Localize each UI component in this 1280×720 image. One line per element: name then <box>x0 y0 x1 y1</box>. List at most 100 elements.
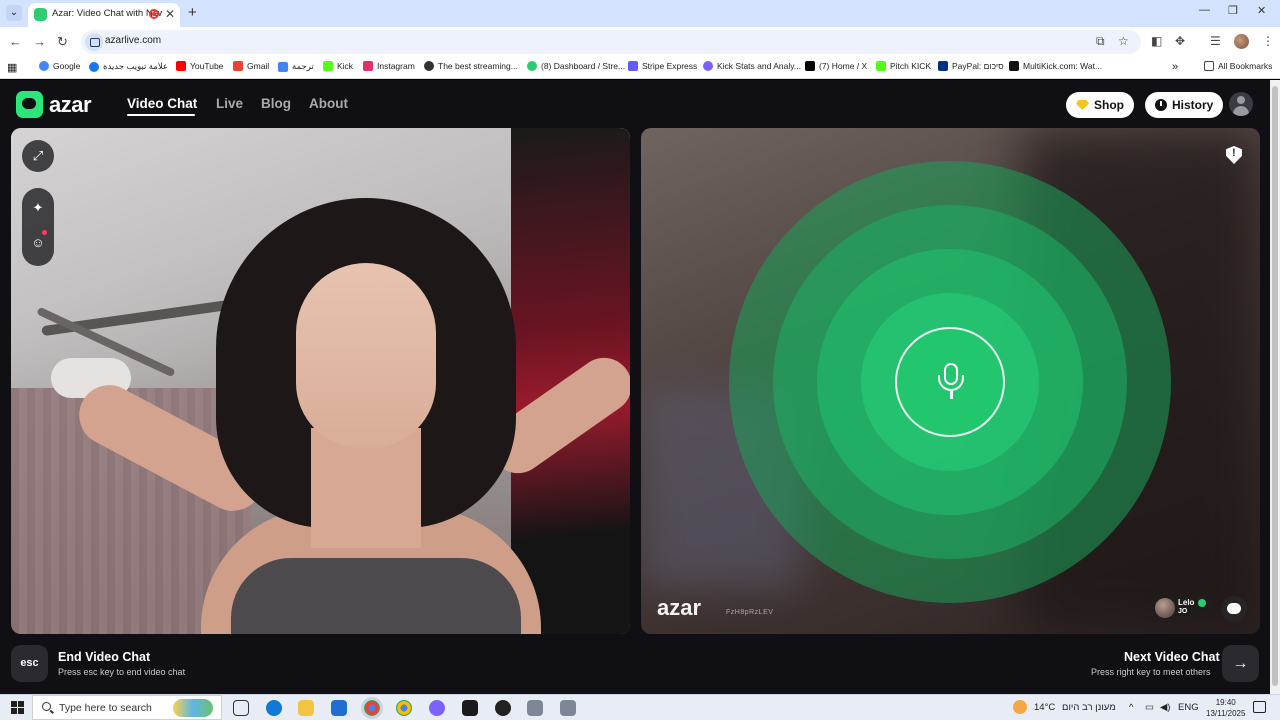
youtube-icon <box>176 61 186 71</box>
network-icon[interactable]: ▭ <box>1145 702 1154 713</box>
new-tab-button[interactable]: + <box>188 4 197 21</box>
recorder-app-icon[interactable] <box>495 700 511 716</box>
sparkle-effects-icon[interactable]: ✦ <box>30 200 46 216</box>
gmail-icon <box>233 61 243 71</box>
peer-country: JO <box>1178 608 1188 615</box>
site-info-icon[interactable] <box>85 33 103 51</box>
nav-blog[interactable]: Blog <box>261 96 291 111</box>
stripe-icon <box>628 61 638 71</box>
minimize-button[interactable]: — <box>1199 4 1210 16</box>
app-window-icon[interactable] <box>560 700 576 716</box>
bookmark-google[interactable]: Google <box>39 61 80 71</box>
url-text[interactable]: azarlive.com <box>105 35 161 46</box>
next-chat-arrow-button[interactable]: → <box>1222 645 1259 682</box>
bookmark-kick[interactable]: Kick <box>323 61 353 71</box>
address-bar[interactable]: azarlive.com ⧉ ☆ <box>81 30 1141 54</box>
chrome-menu-icon[interactable]: ⋮ <box>1262 34 1274 48</box>
expand-icon: ⤢ <box>32 148 44 163</box>
user-profile-icon[interactable] <box>1229 92 1253 116</box>
volume-icon[interactable]: ◀) <box>1160 702 1170 713</box>
weather-description[interactable]: מעונן רב היום <box>1062 702 1116 713</box>
bookmark-stripe[interactable]: Stripe Express <box>628 61 697 71</box>
all-bookmarks-folder[interactable]: All Bookmarks <box>1204 61 1272 71</box>
instagram-icon <box>363 61 373 71</box>
windows-start-icon[interactable] <box>11 701 24 714</box>
end-chat-title[interactable]: End Video Chat <box>58 650 150 664</box>
bookmark-youtube[interactable]: YouTube <box>176 61 223 71</box>
nav-live[interactable]: Live <box>216 96 243 111</box>
tab-search-menu-icon[interactable]: ⌄ <box>6 5 22 21</box>
effects-panel: ✦ ☺ <box>22 188 54 266</box>
session-id: FzH8pRzLEV <box>726 609 774 616</box>
bookmark-kick-stats[interactable]: Kick Stats and Analy... <box>703 61 801 71</box>
tray-overflow-icon[interactable]: ^ <box>1129 702 1133 713</box>
apps-grid-icon[interactable]: ▦ <box>7 61 17 74</box>
next-chat-hint: Press right key to meet others <box>1091 667 1211 677</box>
next-chat-title[interactable]: Next Video Chat <box>1124 650 1220 664</box>
person-face <box>296 263 436 448</box>
bookmark-paypal[interactable]: PayPal: סיכום <box>938 61 1004 71</box>
bookmark-gmail[interactable]: Gmail <box>233 61 269 71</box>
bookmark-new-tab[interactable]: علامة تبويب جديدة <box>89 61 168 72</box>
restore-button[interactable]: ❐ <box>1228 4 1238 17</box>
close-window-button[interactable]: ✕ <box>1257 4 1266 17</box>
kick-extension-icon[interactable]: ◧ <box>1151 34 1162 48</box>
task-view-icon[interactable] <box>233 700 249 716</box>
bookmarks-bar: ▦ Google علامة تبويب جديدة YouTube Gmail… <box>0 57 1280 79</box>
forward-arrow-icon[interactable]: → <box>33 34 46 49</box>
extensions-puzzle-icon[interactable]: ✥ <box>1175 34 1185 48</box>
browser-tab-azar[interactable]: Azar: Video Chat with New Friends ✕ <box>28 3 180 27</box>
install-app-icon[interactable]: ⧉ <box>1096 34 1105 49</box>
kick-icon <box>323 61 333 71</box>
paypal-icon <box>938 61 948 71</box>
bookmark-translate[interactable]: ترجمة <box>278 61 314 72</box>
peer-name: Lelo <box>1178 598 1195 607</box>
tab-title: Azar: Video Chat with New Friends <box>52 8 162 19</box>
chat-bubble-icon[interactable] <box>1221 596 1247 622</box>
google-icon <box>39 61 49 71</box>
shop-button[interactable]: Shop <box>1066 92 1134 118</box>
x-icon <box>805 61 815 71</box>
messenger-icon[interactable] <box>429 700 445 716</box>
system-clock[interactable]: 19:40 13/11/2025 <box>1206 697 1245 719</box>
back-arrow-icon[interactable]: ← <box>9 34 22 49</box>
windows-taskbar: Type here to search 14°C מעונן רב היום ^… <box>0 694 1280 720</box>
more-bookmarks-icon[interactable]: » <box>1172 61 1178 73</box>
fullscreen-button[interactable]: ⤢ <box>22 140 54 172</box>
tab-close-icon[interactable]: ✕ <box>165 7 175 21</box>
streaming-site-icon <box>424 61 434 71</box>
weather-temp[interactable]: 14°C <box>1034 702 1055 713</box>
taskbar-search-box[interactable]: Type here to search <box>32 695 222 720</box>
bookmark-multikick[interactable]: MultiKick.com: Wat... <box>1009 61 1102 71</box>
history-button[interactable]: History <box>1145 92 1224 118</box>
weather-icon[interactable] <box>1013 700 1027 714</box>
bookmark-dashboard[interactable]: (8) Dashboard / Stre... <box>527 61 625 71</box>
bookmark-star-icon[interactable]: ☆ <box>1118 34 1129 48</box>
profile-avatar-icon[interactable] <box>1234 34 1249 49</box>
chrome-profile-icon[interactable] <box>396 700 412 716</box>
bookmark-streaming[interactable]: The best streaming... <box>424 61 518 71</box>
face-filter-icon[interactable]: ☺ <box>30 235 46 251</box>
bookmark-instagram[interactable]: Instagram <box>363 61 415 71</box>
mail-icon[interactable] <box>331 700 347 716</box>
chrome-icon[interactable] <box>361 697 383 719</box>
bookmark-x[interactable]: (7) Home / X <box>805 61 867 71</box>
app-window-icon[interactable] <box>527 700 543 716</box>
bookmark-pitch-kick[interactable]: Pitch KICK <box>876 61 931 71</box>
reading-list-icon[interactable]: ☰ <box>1210 34 1221 48</box>
nav-about[interactable]: About <box>309 96 348 111</box>
edge-browser-icon[interactable] <box>266 700 282 716</box>
end-chat-key-button[interactable]: esc <box>11 645 48 682</box>
clock-time: 19:40 <box>1215 698 1236 707</box>
peer-info-badge[interactable]: Lelo JO <box>1153 595 1215 621</box>
file-explorer-icon[interactable] <box>298 700 314 716</box>
reload-icon[interactable]: ↻ <box>57 34 68 50</box>
page-scrollbar[interactable] <box>1270 80 1280 694</box>
input-language[interactable]: ENG <box>1178 702 1199 713</box>
obs-app-icon[interactable] <box>462 700 478 716</box>
microphone-icon-cup <box>938 375 964 391</box>
nav-video-chat[interactable]: Video Chat <box>127 96 197 111</box>
azar-watermark: azar <box>657 595 702 620</box>
notification-center-icon[interactable] <box>1253 701 1266 713</box>
azar-logo[interactable]: azar <box>16 91 92 118</box>
